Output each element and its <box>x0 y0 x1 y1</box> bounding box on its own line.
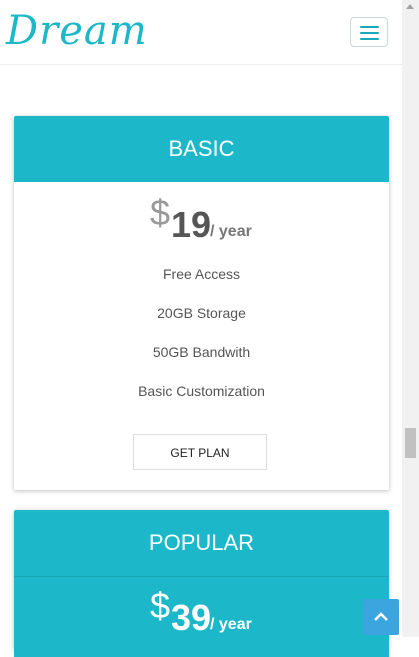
currency-symbol: $ <box>150 585 171 626</box>
price-amount: 39 <box>171 597 212 638</box>
back-to-top-button[interactable] <box>363 599 399 635</box>
scrollbar-thumb[interactable] <box>405 428 416 458</box>
page-scrollbar[interactable] <box>402 0 419 637</box>
feature-item: Free Access <box>162 266 241 282</box>
feature-item: Basic Customization <box>138 383 265 399</box>
pricing-card-basic: BASIC $ 19 / year Free Access 20GB Stora… <box>14 116 389 490</box>
plan-name: BASIC <box>14 116 389 182</box>
feature-item: 20GB Storage <box>157 305 246 321</box>
get-plan-button[interactable]: GET PLAN <box>133 434 267 470</box>
pricing-card-popular: POPULAR $ 39 / year <box>14 510 389 657</box>
price-period: / year <box>210 223 252 240</box>
feature-list: Free Access 20GB Storage 50GB Bandwith B… <box>14 255 389 411</box>
price-period: / year <box>210 616 252 633</box>
menu-toggle-button[interactable] <box>350 17 388 47</box>
feature-item: 50GB Bandwith <box>152 344 251 360</box>
scroll-up-arrow-icon[interactable] <box>406 4 414 9</box>
plan-price: $ 39 / year <box>14 576 389 657</box>
price-amount: 19 <box>171 204 212 245</box>
plan-price: $ 19 / year <box>14 182 389 252</box>
chevron-up-icon <box>374 612 388 621</box>
logo[interactable]: Dream <box>6 8 148 54</box>
currency-symbol: $ <box>150 192 171 233</box>
plan-name: POPULAR <box>14 510 389 576</box>
site-header: Dream <box>0 0 402 65</box>
